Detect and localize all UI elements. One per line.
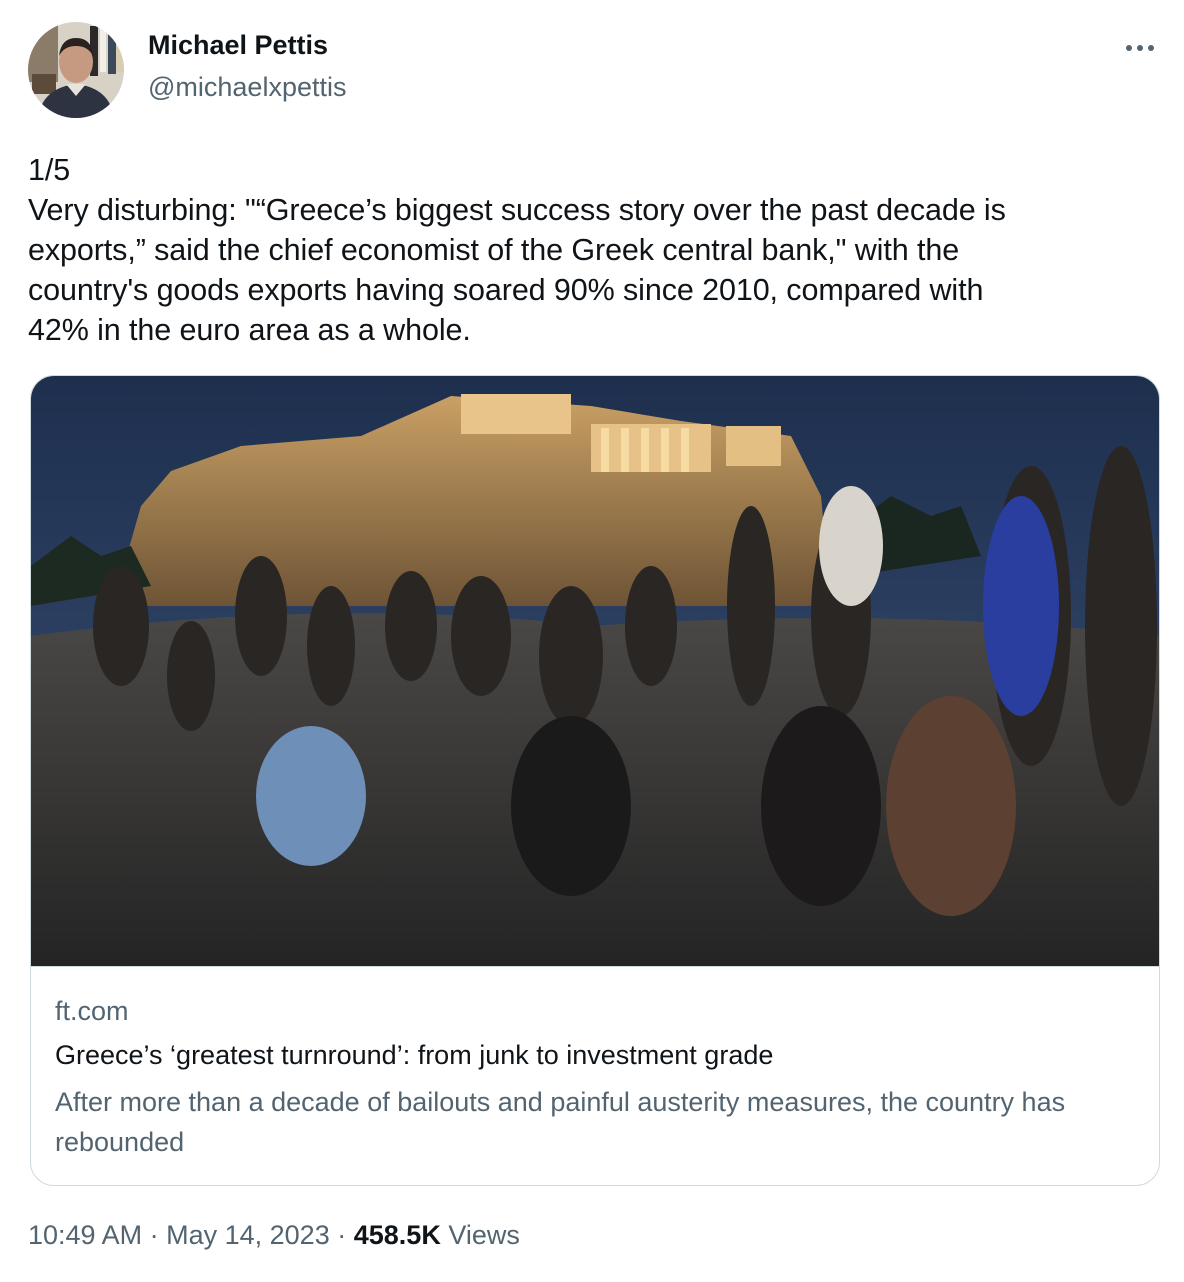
tweet-line: Very disturbing: "“Greece’s biggest succ… bbox=[28, 193, 1006, 227]
tweet-time[interactable]: 10:49 AM bbox=[28, 1220, 142, 1250]
author-name[interactable]: Michael Pettis bbox=[148, 30, 328, 61]
more-options-button[interactable] bbox=[1120, 32, 1160, 62]
more-horizontal-icon-dot bbox=[1137, 45, 1143, 51]
author-handle[interactable]: @michaelxpettis bbox=[148, 72, 346, 103]
meta-separator: · bbox=[337, 1220, 347, 1250]
card-image[interactable] bbox=[31, 376, 1159, 967]
tweet-line: country's goods exports having soared 90… bbox=[28, 273, 984, 307]
tweet-text: 1/5 Very disturbing: "“Greece’s biggest … bbox=[28, 150, 1168, 350]
views-count: 458.5K bbox=[353, 1220, 441, 1250]
avatar-image bbox=[28, 22, 124, 118]
tweet-date[interactable]: May 14, 2023 bbox=[166, 1220, 330, 1250]
tweet-header: Michael Pettis @michaelxpettis bbox=[28, 22, 1160, 118]
avatar[interactable] bbox=[28, 22, 124, 118]
tweet-line: 1/5 bbox=[28, 153, 71, 187]
meta-separator: · bbox=[149, 1220, 159, 1250]
tweet-line: 42% in the euro area as a whole. bbox=[28, 313, 471, 347]
link-card[interactable]: ft.com Greece’s ‘greatest turnround’: fr… bbox=[30, 375, 1160, 1186]
more-horizontal-icon-dot bbox=[1148, 45, 1154, 51]
tweet-line: exports,” said the chief economist of th… bbox=[28, 233, 960, 267]
acropolis-photo bbox=[31, 376, 1159, 966]
card-title[interactable]: Greece’s ‘greatest turnround’: from junk… bbox=[55, 1040, 773, 1071]
more-horizontal-icon bbox=[1126, 45, 1132, 51]
tweet-meta: 10:49 AM · May 14, 2023 · 458.5K Views bbox=[28, 1220, 520, 1251]
card-domain: ft.com bbox=[55, 996, 129, 1026]
views-label: Views bbox=[448, 1220, 520, 1250]
card-description: After more than a decade of bailouts and… bbox=[55, 1087, 1066, 1157]
